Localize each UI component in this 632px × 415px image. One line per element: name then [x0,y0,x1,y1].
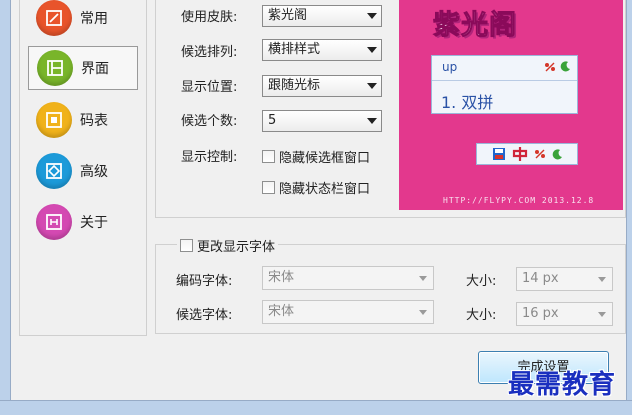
info-icon [36,204,72,240]
chevron-down-icon [367,47,377,53]
cand-size-select[interactable]: 16 px [516,302,613,326]
chevron-down-icon [367,83,377,89]
chevron-down-icon [598,277,606,282]
layout-icon [37,50,73,86]
code-size-value: 14 px [522,271,559,286]
count-value: 5 [268,113,277,128]
nav-item-label: 码表 [80,113,108,129]
preview-title: 紫光阁 [433,10,517,42]
preview-candidate-box: up 1. 双拼 [431,55,578,114]
moon-icon [552,148,562,159]
code-font-select[interactable]: 宋体 [262,266,434,290]
moon-icon [560,61,570,72]
nav-item-interface[interactable]: 界面 [28,46,138,90]
count-label: 候选个数: [181,114,238,129]
cand-size-label: 大小: [466,308,497,323]
save-icon [492,148,505,160]
nav-item-code-table[interactable]: 码表 [28,98,138,142]
percent-icon [534,149,545,159]
cand-font-value: 宋体 [268,304,295,319]
checkbox-box[interactable] [262,181,275,194]
chevron-down-icon [367,13,377,19]
chevron-down-icon [598,312,606,317]
chinese-mode-icon [512,147,527,161]
frame-icon [36,0,72,36]
cand-font-select[interactable]: 宋体 [262,300,434,324]
settings-window: 常用 界面 码表 高级 关于 使用皮肤: 紫光阁 候选排列: 横排样式 显示位置… [0,0,632,415]
nav-item-label: 高级 [80,164,108,180]
position-value: 跟随光标 [268,78,321,93]
hide-status-checkbox[interactable]: 隐藏状态栏窗口 [262,178,370,197]
hide-candidate-label: 隐藏候选框窗口 [279,151,371,166]
skin-select[interactable]: 紫光阁 [262,5,382,27]
change-font-label: 更改显示字体 [197,240,276,255]
chevron-down-icon [367,118,377,124]
skin-label: 使用皮肤: [181,10,238,25]
count-select[interactable]: 5 [262,110,382,132]
control-label: 显示控制: [181,150,238,165]
nav-item-about[interactable]: 关于 [28,200,138,244]
preview-header-icons [544,61,571,72]
preview-candidate-header: up [432,56,577,81]
position-label: 显示位置: [181,80,238,95]
position-select[interactable]: 跟随光标 [262,75,382,97]
nav-item-label: 关于 [80,215,108,231]
checkbox-box[interactable] [262,150,275,163]
chevron-down-icon [419,276,427,281]
diamond-icon [36,153,72,189]
preview-footer: HTTP://FLYPY.COM 2013.12.8 [443,196,595,205]
window-bottom-border [0,400,632,415]
code-font-value: 宋体 [268,270,295,285]
cand-size-value: 16 px [522,306,559,321]
table-icon [36,102,72,138]
code-size-select[interactable]: 14 px [516,267,613,291]
nav-item-label: 常用 [80,11,108,27]
window-right-border [626,0,632,415]
nav-item-label: 界面 [81,61,109,77]
interface-settings-group: 使用皮肤: 紫光阁 候选排列: 横排样式 显示位置: 跟随光标 候选个数: 5 … [155,0,626,218]
nav-item-advanced[interactable]: 高级 [28,149,138,193]
preview-candidate-item: 1. 双拼 [441,93,494,112]
preview-input-text: up [442,60,458,74]
skin-preview: 紫光阁 up 1. 双拼 HTTP://FLYPY.COM 2013.12.8 [399,0,623,210]
watermark: 最需教育 [508,370,617,400]
font-settings-group: 编码字体: 宋体 大小: 14 px 候选字体: 宋体 大小: 16 px [155,244,626,334]
checkbox-box[interactable] [180,239,193,252]
arrange-label: 候选排列: [181,45,238,60]
hide-candidate-checkbox[interactable]: 隐藏候选框窗口 [262,147,370,166]
skin-value: 紫光阁 [268,8,308,23]
cand-font-label: 候选字体: [176,308,233,323]
hide-status-label: 隐藏状态栏窗口 [279,182,371,197]
code-size-label: 大小: [466,274,497,289]
arrange-value: 横排样式 [268,42,321,57]
percent-icon [545,62,555,71]
chevron-down-icon [419,310,427,315]
preview-status-bar [476,143,578,165]
code-font-label: 编码字体: [176,274,233,289]
arrange-select[interactable]: 横排样式 [262,39,382,61]
window-left-border [0,0,11,415]
nav-panel: 常用 界面 码表 高级 关于 [19,0,147,336]
change-font-checkbox[interactable]: 更改显示字体 [177,236,279,255]
nav-item-common[interactable]: 常用 [28,0,138,40]
